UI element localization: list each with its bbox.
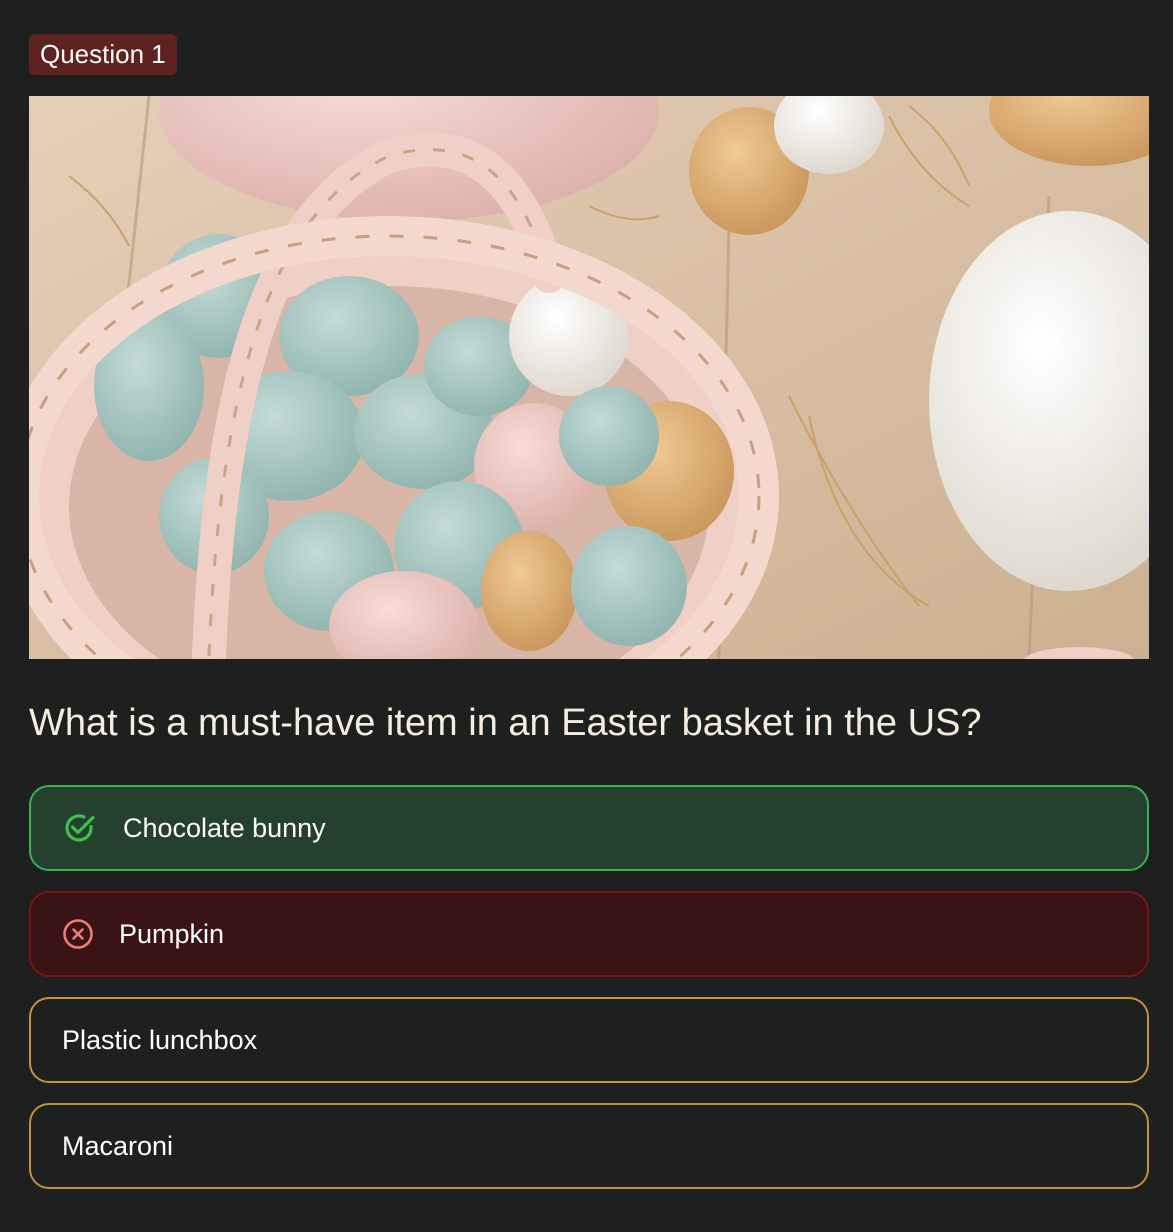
question-text: What is a must-have item in an Easter ba…	[29, 702, 982, 744]
question-image	[29, 96, 1149, 659]
question-number-badge: Question 1	[29, 34, 177, 75]
x-circle-icon	[63, 919, 93, 949]
answer-option-label: Pumpkin	[119, 918, 225, 949]
answer-option-label: Plastic lunchbox	[62, 1024, 258, 1055]
answer-option-1[interactable]: Chocolate bunny	[29, 785, 1149, 871]
check-circle-icon	[65, 814, 95, 842]
answer-option-label: Macaroni	[62, 1130, 174, 1161]
answer-option-label: Chocolate bunny	[123, 812, 326, 843]
answer-option-3[interactable]: Plastic lunchbox	[29, 997, 1149, 1083]
answer-option-4[interactable]: Macaroni	[29, 1103, 1149, 1189]
answer-option-2[interactable]: Pumpkin	[29, 891, 1149, 977]
